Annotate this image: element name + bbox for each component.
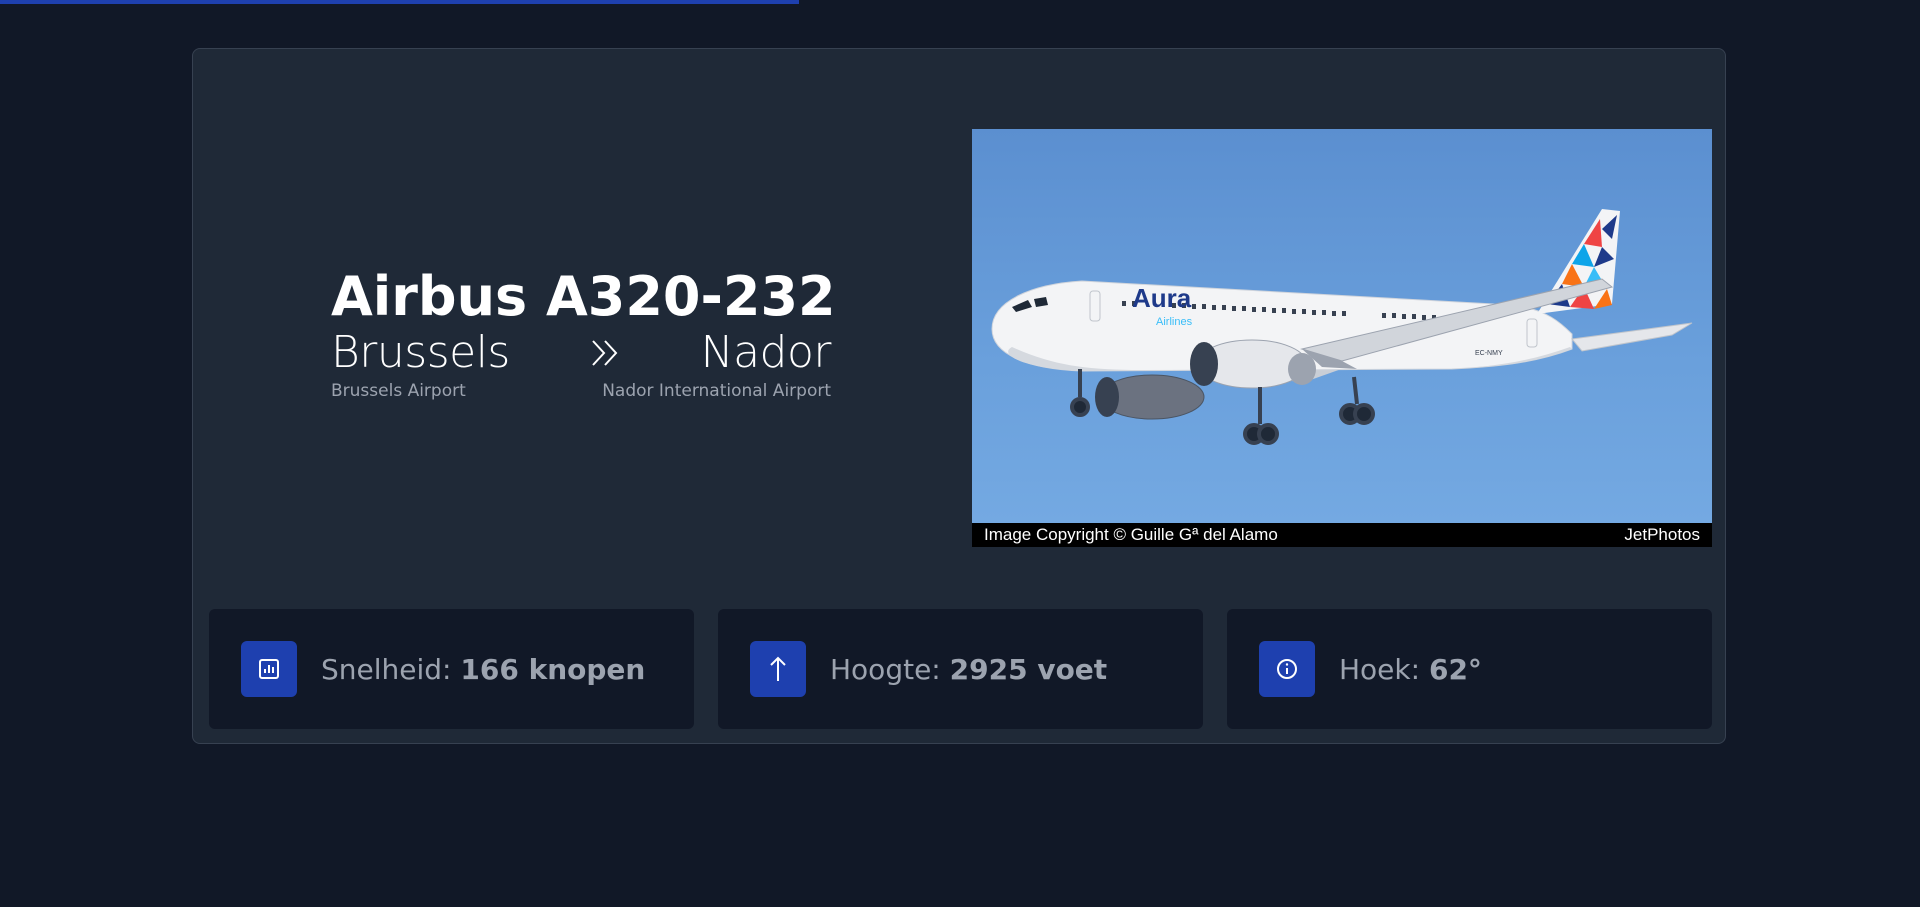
destination-city: Nador xyxy=(700,327,832,378)
arrow-up-icon xyxy=(750,641,806,697)
altitude-label: Hoogte: xyxy=(830,652,941,686)
heading-stat-card: Hoek: 62° xyxy=(1227,609,1712,729)
origin-airport: Brussels Airport xyxy=(331,381,466,401)
heading-stat-text: Hoek: 62° xyxy=(1339,653,1482,686)
speed-stat-text: Snelheid: 166 knopen xyxy=(321,653,645,686)
photo-copyright: Image Copyright © Guille Gª del Alamo xyxy=(984,525,1278,544)
stats-row: Snelheid: 166 knopen Hoogte: 2925 voet H… xyxy=(209,609,1712,729)
speed-stat-card: Snelheid: 166 knopen xyxy=(209,609,694,729)
info-icon xyxy=(1259,641,1315,697)
heading-value: 62° xyxy=(1428,652,1482,686)
altitude-stat-card: Hoogte: 2925 voet xyxy=(718,609,1203,729)
aircraft-photo: Aura Airlines EC-NMY Image Copyright © G… xyxy=(972,129,1712,547)
progress-fill xyxy=(0,0,799,4)
origin-city: Brussels xyxy=(331,327,510,378)
altitude-stat-text: Hoogte: 2925 voet xyxy=(830,653,1107,686)
speed-label: Snelheid: xyxy=(321,652,452,686)
aircraft-model: Airbus A320-232 xyxy=(331,265,836,328)
speed-value: 166 knopen xyxy=(460,652,646,686)
chevron-double-right-icon xyxy=(588,336,622,370)
airplane-illustration: Aura Airlines EC-NMY xyxy=(991,209,1693,445)
loading-progress-bar xyxy=(0,0,1920,4)
altitude-value: 2925 voet xyxy=(949,652,1108,686)
route-row: Brussels Nador xyxy=(331,327,832,379)
photo-source: JetPhotos xyxy=(1624,525,1700,544)
destination-airport: Nador International Airport xyxy=(602,381,831,401)
airport-row: Brussels Airport Nador International Air… xyxy=(331,381,831,401)
bar-chart-icon xyxy=(241,641,297,697)
registration-text: EC-NMY xyxy=(1475,350,1503,357)
flight-card: Airbus A320-232 Brussels Nador Brussels … xyxy=(192,48,1726,744)
livery-subtext: Airlines xyxy=(1156,316,1193,328)
flight-info: Airbus A320-232 Brussels Nador Brussels … xyxy=(331,265,836,402)
livery-text: Aura xyxy=(1132,283,1192,313)
photo-caption: Image Copyright © Guille Gª del Alamo Je… xyxy=(972,523,1712,547)
heading-label: Hoek: xyxy=(1339,652,1421,686)
